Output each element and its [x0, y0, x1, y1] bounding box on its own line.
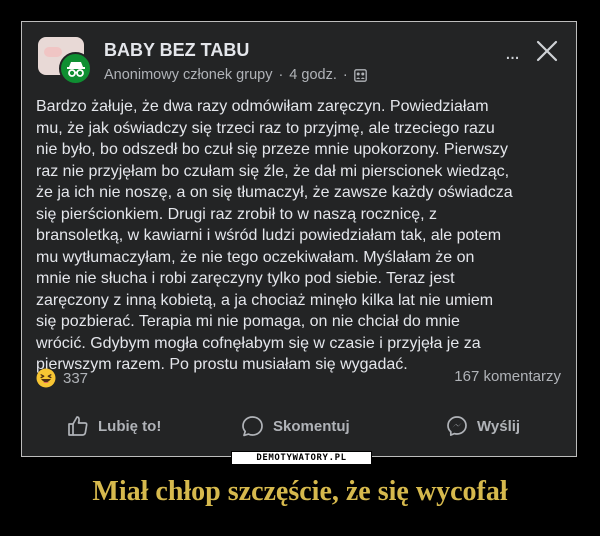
post-header-text: BABY BEZ TABU Anonimowy członek grupy · …	[104, 40, 434, 83]
close-icon	[536, 40, 558, 62]
demotivator-page: BABY BEZ TABU Anonimowy członek grupy · …	[0, 0, 600, 536]
demotywatory-watermark: DEMOTYWATORY.PL	[231, 451, 372, 465]
post-body: Bardzo żałuje, że dwa razy odmówiłam zar…	[36, 98, 513, 373]
reaction-summary[interactable]: 337	[36, 368, 88, 388]
group-name[interactable]: BABY BEZ TABU	[104, 40, 434, 60]
laughing-emoji-icon	[36, 368, 56, 388]
post-author[interactable]: Anonimowy członek grupy	[104, 67, 272, 83]
post-meta: Anonimowy członek grupy · 4 godz. ·	[104, 67, 434, 83]
comments-count[interactable]: 167 komentarzy	[454, 368, 561, 385]
anonymous-user-avatar[interactable]	[59, 52, 92, 85]
comment-button[interactable]: Skomentuj	[240, 414, 350, 439]
like-button[interactable]: Lubię to!	[66, 414, 161, 438]
meta-separator-2: ·	[342, 67, 348, 83]
share-button[interactable]: Wyślij	[445, 414, 520, 438]
post-avatar-group[interactable]	[38, 37, 94, 85]
share-label: Wyślij	[477, 417, 521, 435]
post-actions: Lubię to! Skomentuj Wyślij	[22, 406, 576, 448]
demotivator-caption: Miał chłop szczęście, że się wycofał	[92, 476, 508, 507]
screenshot-frame: BABY BEZ TABU Anonimowy członek grupy · …	[21, 21, 577, 457]
more-options-icon: ...	[505, 42, 520, 64]
group-members-icon	[353, 68, 367, 82]
like-label: Lubię to!	[98, 417, 162, 435]
more-options-button[interactable]: ...	[500, 43, 524, 63]
messenger-icon	[447, 416, 467, 436]
anonymous-incognito-icon	[67, 62, 85, 77]
meta-separator: ·	[278, 67, 284, 83]
comment-bubble-icon	[242, 416, 263, 437]
comment-label: Skomentuj	[273, 418, 350, 435]
close-button[interactable]	[534, 38, 560, 64]
thumb-up-icon	[68, 416, 88, 436]
reaction-count: 337	[63, 369, 89, 387]
facebook-post-card: BABY BEZ TABU Anonimowy członek grupy · …	[22, 22, 576, 456]
post-time[interactable]: 4 godz.	[289, 67, 337, 83]
